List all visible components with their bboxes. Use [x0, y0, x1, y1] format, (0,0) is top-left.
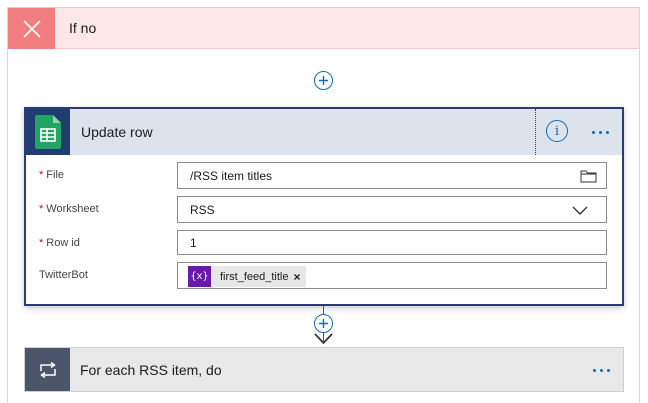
- remove-token-icon[interactable]: ×: [293, 270, 305, 284]
- worksheet-value: RSS: [190, 203, 215, 217]
- file-field[interactable]: /RSS item titles: [177, 162, 607, 189]
- folder-icon[interactable]: [580, 170, 597, 183]
- token-label: first_feed_title: [220, 270, 289, 283]
- twitterbot-label: TwitterBot: [39, 269, 88, 281]
- branch-title: If no: [69, 20, 97, 36]
- plus-icon: [319, 76, 328, 85]
- file-value: /RSS item titles: [190, 169, 273, 183]
- header-divider: [535, 109, 536, 155]
- file-label: * File: [39, 169, 65, 181]
- more-options-icon[interactable]: [588, 122, 612, 142]
- row-id-value: 1: [190, 236, 197, 250]
- for-each-action-card[interactable]: For each RSS item, do: [24, 347, 624, 392]
- google-sheets-icon: [26, 109, 70, 155]
- branch-header[interactable]: If no: [8, 8, 639, 49]
- more-options-icon[interactable]: [589, 360, 613, 380]
- plus-icon: [319, 319, 328, 328]
- insert-step-button[interactable]: [314, 314, 333, 333]
- loop-icon: [25, 348, 70, 391]
- arrow-down-icon: [314, 333, 333, 345]
- info-icon[interactable]: i: [546, 120, 568, 142]
- worksheet-label: * Worksheet: [39, 203, 99, 215]
- close-icon: [8, 8, 55, 49]
- worksheet-dropdown[interactable]: RSS: [177, 196, 607, 223]
- dynamic-content-token[interactable]: {x} first_feed_title ×: [188, 266, 306, 287]
- variable-icon: {x}: [188, 266, 211, 287]
- action-title: Update row: [81, 124, 153, 140]
- add-step-button[interactable]: [314, 71, 333, 90]
- row-id-label: * Row id: [39, 237, 80, 249]
- loop-title: For each RSS item, do: [80, 362, 222, 378]
- action-header[interactable]: Update row i: [26, 109, 622, 155]
- update-row-action-card: Update row i * File /RSS item titles * Wor…: [24, 107, 624, 306]
- chevron-down-icon: [572, 206, 588, 215]
- twitterbot-field[interactable]: {x} first_feed_title ×: [177, 262, 607, 289]
- row-id-field[interactable]: 1: [177, 230, 607, 255]
